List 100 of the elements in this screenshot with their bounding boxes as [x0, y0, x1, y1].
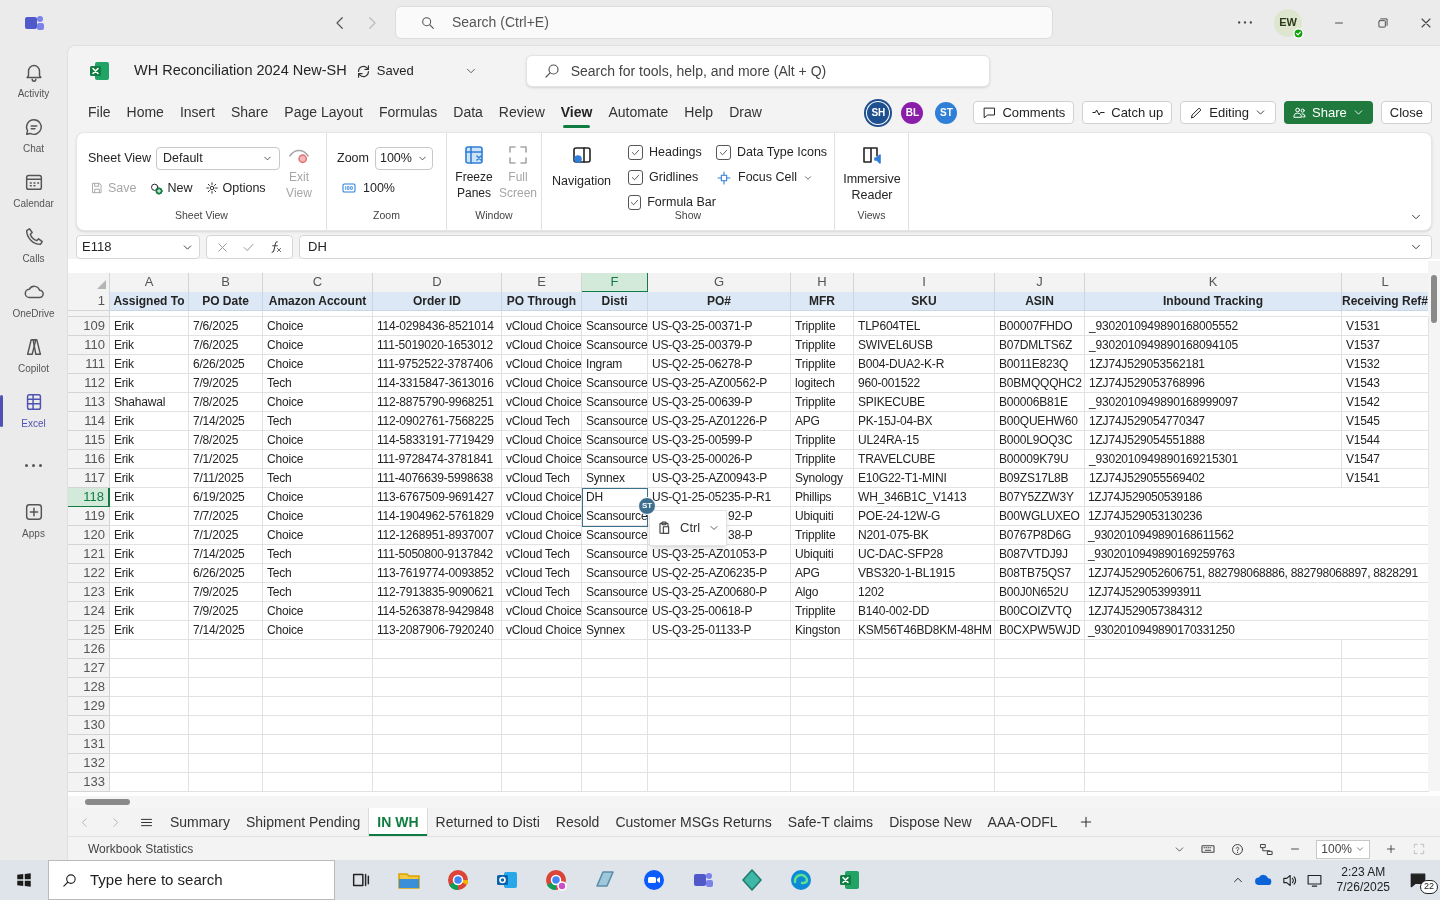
empty-cell[interactable] [582, 697, 648, 716]
sheet-tab[interactable]: Shipment Pending [237, 808, 369, 836]
rail-item[interactable]: Copilot [0, 328, 67, 383]
empty-cell[interactable] [995, 678, 1085, 697]
zoom-dropdown[interactable]: 100% [1316, 839, 1370, 859]
menu-tab[interactable]: File [80, 97, 119, 128]
menu-tab[interactable]: Page Layout [276, 97, 371, 128]
empty-cell[interactable] [502, 640, 582, 659]
empty-cell[interactable] [189, 697, 263, 716]
menu-tab[interactable]: Automate [600, 97, 677, 128]
rail-item[interactable]: Activity [0, 53, 67, 108]
row-header[interactable]: 1 [68, 292, 110, 311]
more-icon[interactable] [1238, 21, 1252, 24]
row-header[interactable]: 116 [68, 450, 110, 469]
ribbon-button[interactable]: New [148, 179, 193, 198]
column-header[interactable]: I [854, 273, 995, 293]
diamond-app-icon[interactable] [740, 868, 764, 892]
empty-cell[interactable] [791, 773, 854, 792]
empty-cell[interactable] [854, 311, 995, 317]
empty-cell[interactable] [648, 640, 791, 659]
edge-browser-icon[interactable] [789, 868, 813, 892]
empty-cell[interactable] [502, 659, 582, 678]
row-header[interactable]: 129 [68, 697, 110, 716]
row-header[interactable]: 117 [68, 469, 110, 488]
windows-icon[interactable] [15, 871, 33, 889]
empty-cell[interactable] [648, 697, 791, 716]
empty-cell[interactable] [648, 773, 791, 792]
empty-cell[interactable] [582, 311, 648, 317]
column-header[interactable]: C [263, 273, 373, 293]
empty-cell[interactable] [648, 311, 791, 317]
empty-cell[interactable] [373, 773, 502, 792]
sheet-tab[interactable]: Customer MSGs Returns [607, 808, 780, 836]
network-icon[interactable] [1259, 841, 1275, 857]
empty-cell[interactable] [995, 659, 1085, 678]
empty-cell[interactable] [373, 678, 502, 697]
row-header[interactable]: 111 [68, 355, 110, 374]
taskbar-search-field[interactable]: Type here to search [48, 860, 335, 900]
row-header[interactable]: 124 [68, 602, 110, 621]
column-header[interactable]: G [648, 273, 791, 293]
vertical-scrollbar[interactable] [1428, 261, 1440, 791]
close-button[interactable]: Close [1380, 101, 1432, 124]
empty-cell[interactable] [189, 311, 263, 317]
sheet-tab[interactable]: Resold [547, 808, 608, 836]
row-header[interactable]: 125 [68, 621, 110, 640]
empty-cell[interactable] [995, 640, 1085, 659]
empty-cell[interactable] [189, 678, 263, 697]
empty-cell[interactable] [582, 735, 648, 754]
row-header[interactable]: 115 [68, 431, 110, 450]
empty-cell[interactable] [995, 773, 1085, 792]
empty-cell[interactable] [263, 716, 373, 735]
sheet-tab[interactable]: Summary [162, 808, 238, 836]
empty-cell[interactable] [791, 716, 854, 735]
column-header[interactable]: D [373, 273, 502, 293]
rail-item[interactable]: Calls [0, 218, 67, 273]
empty-cell[interactable] [263, 735, 373, 754]
row-header[interactable]: 110 [68, 336, 110, 355]
column-header[interactable]: E [502, 273, 582, 293]
row-header[interactable]: 114 [68, 412, 110, 431]
row-header[interactable]: 121 [68, 545, 110, 564]
empty-cell[interactable] [502, 697, 582, 716]
zoom-reset-button[interactable]: 100% [341, 179, 395, 198]
checkbox[interactable] [716, 145, 731, 160]
empty-cell[interactable] [1085, 678, 1342, 697]
empty-cell[interactable] [373, 311, 502, 317]
column-header[interactable]: B [189, 273, 263, 293]
empty-cell[interactable] [502, 716, 582, 735]
user-avatar[interactable]: EW [1274, 8, 1302, 37]
empty-cell[interactable] [854, 697, 995, 716]
menu-tab[interactable]: Review [490, 97, 553, 128]
rail-item[interactable]: OneDrive [0, 273, 67, 328]
row-header[interactable]: 119 [68, 507, 110, 526]
empty-cell[interactable] [502, 754, 582, 773]
empty-cell[interactable] [791, 735, 854, 754]
empty-cell[interactable] [791, 678, 854, 697]
empty-cell[interactable] [648, 754, 791, 773]
empty-cell[interactable] [854, 640, 995, 659]
empty-cell[interactable] [189, 659, 263, 678]
empty-cell[interactable] [1085, 716, 1342, 735]
spreadsheet-app-icon[interactable] [838, 868, 862, 892]
row-header[interactable]: 127 [68, 659, 110, 678]
row-header[interactable]: 131 [68, 735, 110, 754]
editing-button[interactable]: Editing [1180, 101, 1277, 124]
empty-cell[interactable] [502, 735, 582, 754]
empty-cell[interactable] [189, 716, 263, 735]
empty-cell[interactable] [1085, 697, 1342, 716]
sheet-view-dropdown[interactable]: Default [156, 147, 280, 170]
empty-cell[interactable] [995, 735, 1085, 754]
column-header[interactable]: A [110, 273, 189, 293]
rail-item[interactable]: Calendar [0, 163, 67, 218]
row-header[interactable]: 109 [68, 317, 110, 336]
empty-cell[interactable] [582, 716, 648, 735]
row-header[interactable]: 126 [68, 640, 110, 659]
focus-cell-button[interactable]: Focus Cell [716, 165, 836, 190]
paste-options-button[interactable]: Ctrl [649, 510, 727, 546]
empty-cell[interactable] [791, 754, 854, 773]
empty-cell[interactable] [189, 735, 263, 754]
formula-field[interactable]: DH [299, 235, 1432, 259]
empty-cell[interactable] [1085, 659, 1342, 678]
empty-cell[interactable] [1085, 773, 1342, 792]
document-title[interactable]: WH Reconciliation 2024 New-SH [134, 60, 347, 82]
